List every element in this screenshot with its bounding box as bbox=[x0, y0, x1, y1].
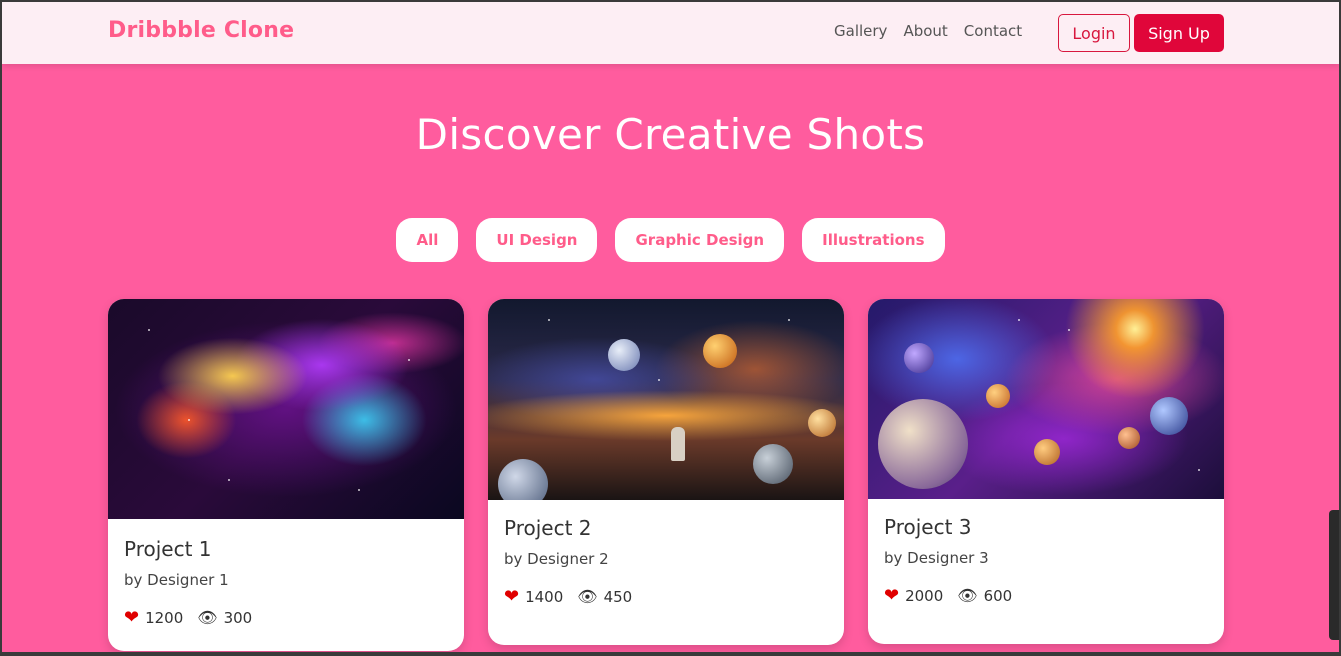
shot-title[interactable]: Project 1 bbox=[124, 537, 448, 561]
filter-graphic-design[interactable]: Graphic Design bbox=[615, 218, 785, 262]
shot-title[interactable]: Project 3 bbox=[884, 515, 1208, 539]
shot-designer: by Designer 1 bbox=[124, 571, 229, 589]
shot-stats: ❤ 1400 👁 450 bbox=[504, 587, 828, 607]
nav-links: Gallery About Contact bbox=[834, 22, 1022, 40]
login-button[interactable]: Login bbox=[1058, 14, 1130, 52]
eye-icon: 👁 bbox=[957, 586, 978, 605]
like-count: 1200 bbox=[145, 609, 184, 627]
shot-title[interactable]: Project 2 bbox=[504, 516, 828, 540]
filter-all[interactable]: All bbox=[396, 218, 459, 262]
view-count: 450 bbox=[603, 588, 633, 606]
like-count: 2000 bbox=[905, 587, 944, 605]
like-count: 1400 bbox=[525, 588, 564, 606]
shot-stats: ❤ 2000 👁 600 bbox=[884, 586, 1208, 606]
shot-image[interactable] bbox=[108, 299, 464, 519]
shot-card[interactable]: Project 2 by Designer 2 ❤ 1400 👁 450 bbox=[488, 299, 844, 645]
brand-logo[interactable]: Dribbble Clone bbox=[108, 18, 294, 43]
signup-button[interactable]: Sign Up bbox=[1134, 14, 1224, 52]
nav-link-gallery[interactable]: Gallery bbox=[834, 22, 887, 40]
shot-designer: by Designer 2 bbox=[504, 550, 609, 568]
heart-icon[interactable]: ❤ bbox=[124, 609, 139, 627]
shot-card[interactable]: Project 3 by Designer 3 ❤ 2000 👁 600 bbox=[868, 299, 1224, 644]
heart-icon[interactable]: ❤ bbox=[884, 587, 899, 605]
filter-illustrations[interactable]: Illustrations bbox=[802, 218, 945, 262]
eye-icon: 👁 bbox=[197, 608, 218, 627]
shot-card[interactable]: Project 1 by Designer 1 ❤ 1200 👁 300 bbox=[108, 299, 464, 651]
shots-grid: Project 1 by Designer 1 ❤ 1200 👁 300 Pro… bbox=[108, 299, 1224, 652]
shot-image[interactable] bbox=[868, 299, 1224, 499]
side-toolbar[interactable] bbox=[1329, 510, 1339, 640]
shot-image[interactable] bbox=[488, 299, 844, 500]
heart-icon[interactable]: ❤ bbox=[504, 588, 519, 606]
nav-link-contact[interactable]: Contact bbox=[964, 22, 1022, 40]
app-window: Dribbble Clone Gallery About Contact Log… bbox=[0, 0, 1341, 656]
shot-designer: by Designer 3 bbox=[884, 549, 989, 567]
hero-title: Discover Creative Shots bbox=[415, 110, 926, 159]
eye-icon: 👁 bbox=[577, 587, 598, 606]
view-count: 300 bbox=[223, 609, 253, 627]
filter-ui-design[interactable]: UI Design bbox=[476, 218, 598, 262]
filter-bar: All UI Design Graphic Design Illustratio… bbox=[2, 218, 1339, 262]
navbar: Dribbble Clone Gallery About Contact Log… bbox=[2, 2, 1339, 64]
nav-link-about[interactable]: About bbox=[903, 22, 947, 40]
shot-stats: ❤ 1200 👁 300 bbox=[124, 608, 448, 628]
view-count: 600 bbox=[983, 587, 1013, 605]
